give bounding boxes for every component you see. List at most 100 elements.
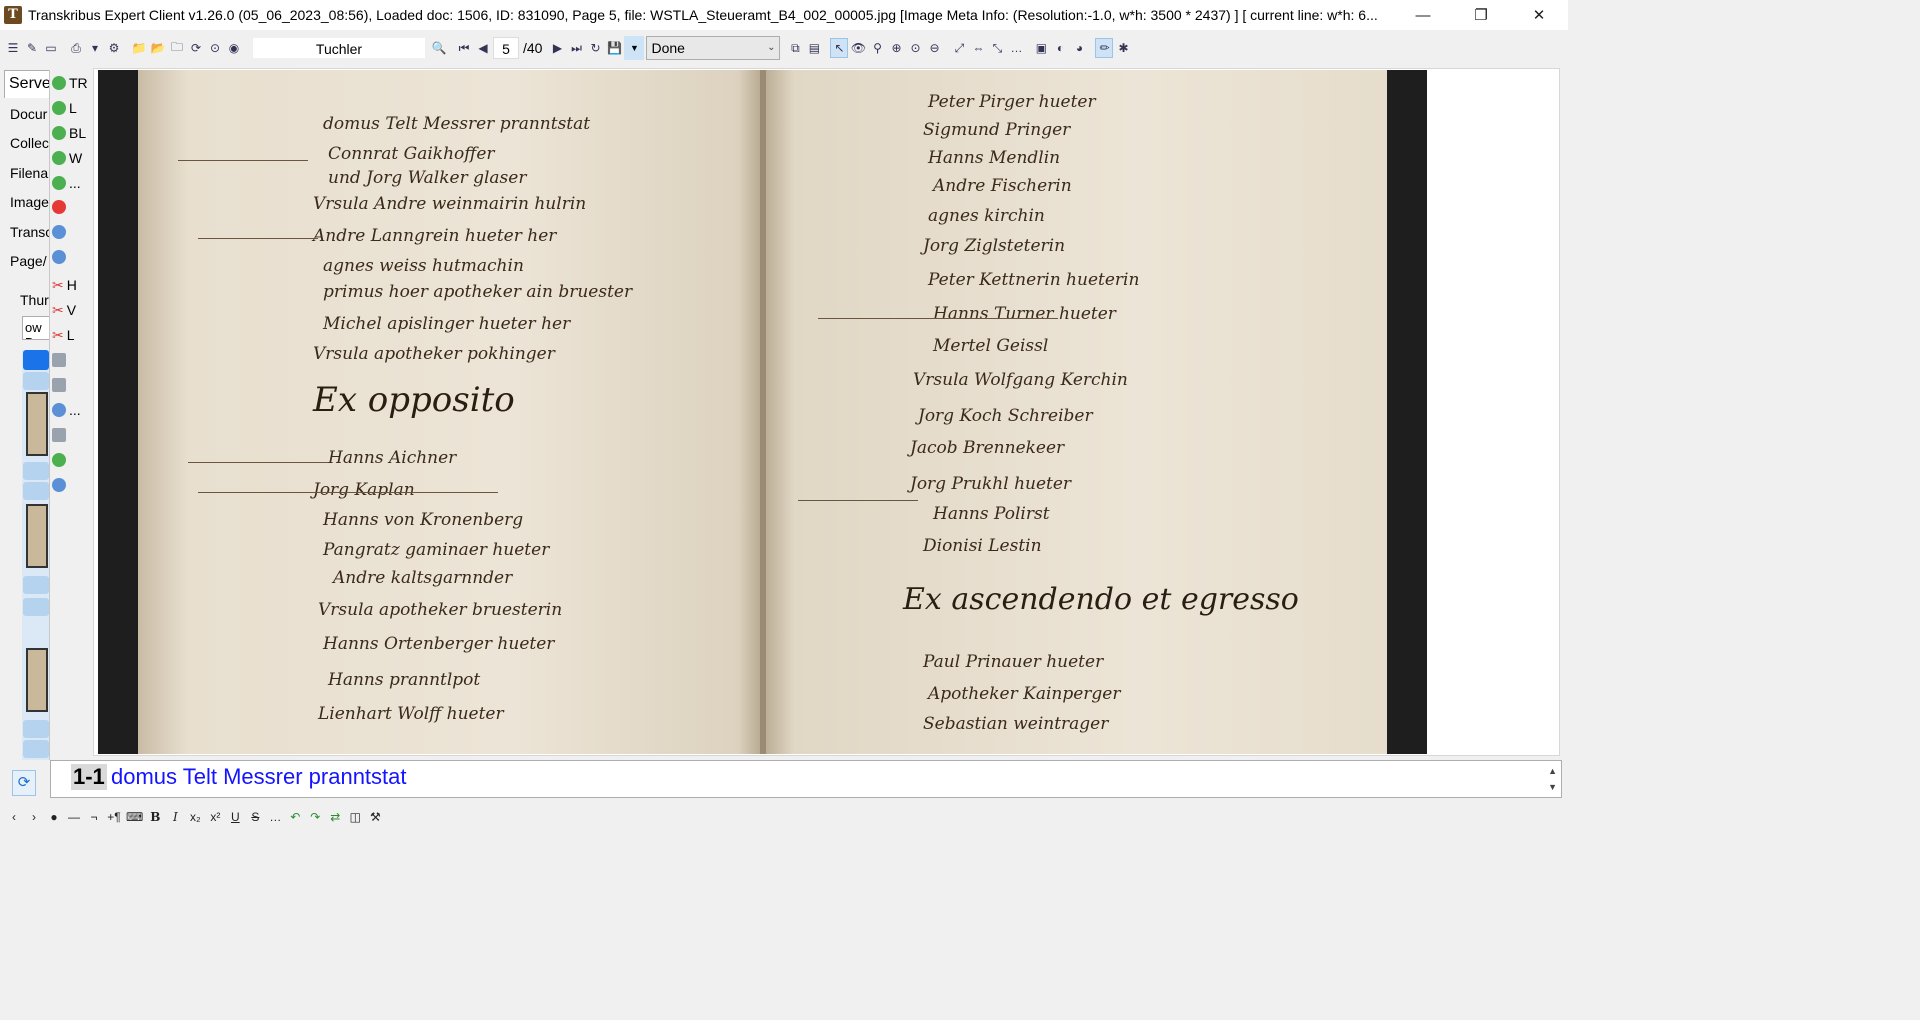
thumbnail-row[interactable] [23, 576, 49, 594]
text-line[interactable]: Peter Kettnerin hueterin [928, 270, 1139, 290]
split-vertical-tool[interactable]: ✂ V [52, 299, 76, 321]
more-tools-icon[interactable]: … [1007, 38, 1025, 58]
text-line[interactable]: Andre Lanngrein hueter her [313, 226, 556, 246]
thumbnail-row[interactable] [23, 372, 49, 390]
settings-small-icon[interactable]: ⚙ [105, 38, 123, 58]
transcription-editor[interactable]: 1-1 domus Telt Messrer pranntstat ▲ ▼ [50, 760, 1562, 798]
zoom-fit-icon[interactable]: ⊙ [906, 38, 924, 58]
disk-icon[interactable]: ◉ [225, 38, 243, 58]
thumbnail-row[interactable] [23, 598, 49, 616]
pencil-edit-icon[interactable]: ✏ [1095, 38, 1114, 58]
minimize-button[interactable]: — [1394, 0, 1452, 30]
prev-line-icon[interactable]: ‹ [6, 806, 22, 828]
folder-add-icon[interactable]: 📂 [149, 38, 167, 58]
section-heading[interactable]: Ex opposito [313, 380, 515, 420]
document-icon[interactable]: ▤ [805, 38, 823, 58]
wrench-tool[interactable] [52, 424, 69, 446]
menu-icon[interactable]: ☰ [4, 38, 22, 58]
text-line[interactable]: Mertel Geissl [933, 336, 1048, 356]
text-line[interactable]: Hanns Polirst [933, 504, 1050, 524]
page-status-select[interactable]: Done ⌄ [646, 36, 781, 60]
text-line[interactable]: Jorg Koch Schreiber [918, 406, 1093, 426]
thumbnail-image[interactable] [26, 392, 48, 456]
folder-export-icon[interactable]: 🗀 [168, 38, 186, 58]
italic-icon[interactable]: I [167, 806, 183, 828]
subscript-icon[interactable]: x₂ [187, 806, 203, 828]
superscript-icon[interactable]: x² [207, 806, 223, 828]
bug-icon[interactable]: ✱ [1114, 38, 1132, 58]
restore-button[interactable]: ❐ [1452, 0, 1510, 30]
last-page-icon[interactable]: ⏭ [567, 38, 585, 58]
thumbnail-row[interactable] [23, 462, 49, 480]
copy-page-icon[interactable]: ⧉ [786, 38, 804, 58]
tab-server[interactable]: Serve [4, 70, 49, 98]
open-local-icon[interactable]: ⎙ [67, 38, 85, 58]
text-line[interactable]: Hanns Mendlin [928, 148, 1060, 168]
manuscript-scan[interactable]: domus Telt Messrer pranntstat Connrat Ga… [98, 70, 1427, 754]
text-line[interactable]: Vrsula Andre weinmairin hulrin [313, 194, 586, 214]
keyboard-icon[interactable]: ⌨ [126, 806, 143, 828]
remove-shape-tool[interactable] [52, 196, 69, 218]
add-line-tool[interactable]: L [52, 97, 77, 119]
undo-icon[interactable]: ↶ [287, 806, 303, 828]
fit-page-icon[interactable]: ⤢ [950, 38, 968, 58]
text-line[interactable]: Sebastian weintrager [923, 714, 1108, 734]
table-tool[interactable] [52, 374, 69, 396]
strikethrough-icon[interactable]: S [247, 806, 263, 828]
panel-icon[interactable]: ◫ [347, 806, 363, 828]
text-line[interactable]: Vrsula apotheker pokhinger [313, 344, 555, 364]
not-sign-icon[interactable]: ¬ [86, 806, 102, 828]
sync-icon[interactable]: ⟳ [187, 38, 205, 58]
prev-page-icon[interactable]: ◀ [474, 38, 492, 58]
text-line[interactable]: Connrat Gaikhoffer [328, 144, 495, 164]
text-line[interactable]: Dionisi Lestin [923, 536, 1042, 556]
text-line[interactable]: Paul Prinauer hueter [923, 652, 1103, 672]
arrows-icon[interactable]: ⇄ [327, 806, 343, 828]
zoom-out-icon[interactable]: ⊖ [925, 38, 943, 58]
merge-tool[interactable] [52, 349, 69, 371]
text-line[interactable]: Hanns Aichner [328, 448, 456, 468]
text-line[interactable]: Andre kaltsgarnnder [333, 568, 512, 588]
text-line[interactable]: Lienhart Wolff hueter [318, 704, 504, 724]
text-line[interactable]: primus hoer apotheker ain bruester [323, 282, 632, 302]
save-icon[interactable]: 💾 [605, 38, 623, 58]
section-heading[interactable]: Ex ascendendo et egresso [903, 582, 1299, 617]
underline-icon[interactable]: U [227, 806, 243, 828]
zoom-in-icon[interactable]: ⊕ [887, 38, 905, 58]
text-line[interactable]: Vrsula Wolfgang Kerchin [913, 370, 1128, 390]
thumbnail-row[interactable] [23, 482, 49, 500]
close-button[interactable]: ✕ [1510, 0, 1568, 30]
reload-icon[interactable]: ↻ [586, 38, 604, 58]
transcription-text[interactable]: domus Telt Messrer pranntstat [111, 764, 407, 790]
text-line[interactable]: Michel apislinger hueter her [323, 314, 570, 334]
layers-icon[interactable]: ▣ [1032, 38, 1050, 58]
binoculars-icon[interactable]: ⊙ [206, 38, 224, 58]
text-line[interactable]: Hanns von Kronenberg [323, 510, 523, 530]
text-line[interactable]: Apotheker Kainperger [928, 684, 1121, 704]
thumbnail-row[interactable] [23, 720, 49, 738]
search-icon[interactable]: 🔍 [430, 38, 448, 58]
thumbnail-selected-row[interactable] [23, 350, 49, 370]
text-line[interactable]: Sigmund Pringer [923, 120, 1070, 140]
page-number-input[interactable]: 5 [493, 37, 519, 59]
eye-icon[interactable]: 👁 [849, 38, 867, 58]
add-text-region-tool[interactable]: TR [52, 72, 88, 94]
edit-more-tool[interactable]: ... [52, 399, 81, 421]
text-line[interactable]: domus Telt Messrer pranntstat [323, 114, 590, 134]
thumbnail-list[interactable] [22, 350, 49, 760]
bold-icon[interactable]: B [147, 806, 163, 828]
add-baseline-tool[interactable]: BL [52, 122, 86, 144]
thumbnail-image[interactable] [26, 504, 48, 568]
text-line[interactable]: Pangratz gaminaer hueter [323, 540, 549, 560]
text-line[interactable]: Peter Pirger hueter [928, 92, 1096, 112]
view-input[interactable]: ow D [22, 316, 49, 340]
redo-icon[interactable]: ↷ [307, 806, 323, 828]
thumbnail-row[interactable] [23, 740, 49, 758]
folder-icon[interactable]: 📁 [130, 38, 148, 58]
next-line-icon[interactable]: › [26, 806, 42, 828]
text-line[interactable]: agnes kirchin [928, 206, 1045, 226]
text-line[interactable]: Hanns Turner hueter [933, 304, 1116, 324]
layout-icon[interactable]: ▭ [42, 38, 60, 58]
collection-filter-input[interactable]: Tuchler [252, 37, 426, 59]
wrench-icon[interactable]: ⚒ [367, 806, 383, 828]
